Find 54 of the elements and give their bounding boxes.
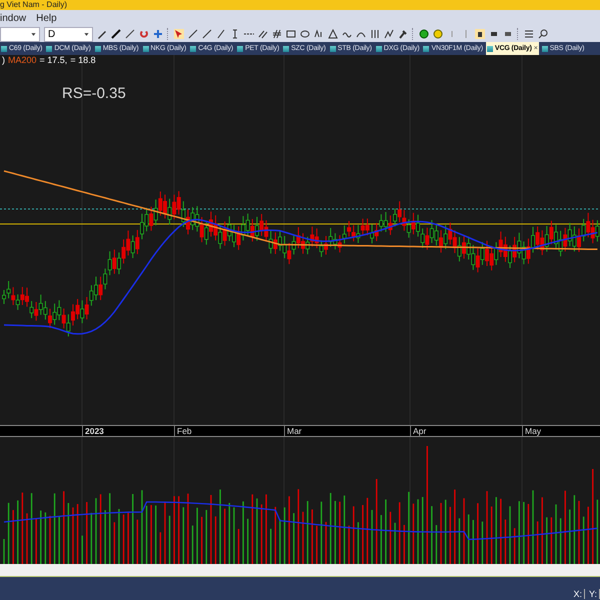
- chart-icon: [542, 46, 548, 52]
- circle-icon[interactable]: [419, 29, 429, 39]
- window-title: g Viet Nam - Daily): [0, 0, 67, 10]
- horizontal-scrollbar[interactable]: [0, 564, 600, 577]
- chart-icon: [46, 46, 52, 52]
- caret-icon[interactable]: [30, 30, 37, 38]
- hash-icon[interactable]: [272, 29, 282, 39]
- date-label: Feb: [174, 426, 192, 436]
- chart-icon: [94, 46, 101, 52]
- vertical-line-icon[interactable]: [230, 29, 240, 39]
- line-icon[interactable]: [188, 29, 198, 39]
- line-icon[interactable]: [125, 29, 135, 39]
- legend-text: MA200: [8, 55, 37, 65]
- cross-icon[interactable]: [153, 29, 163, 39]
- legend-text: = 17.5,: [40, 55, 68, 65]
- chart-icon: [486, 46, 493, 52]
- date-label: 2023: [82, 426, 104, 436]
- rs-label: RS=-0.35: [62, 85, 126, 102]
- chart-icon: [376, 46, 382, 52]
- status-text: X:: [573, 589, 585, 599]
- zigzag-icon[interactable]: [384, 29, 394, 39]
- chart-icon: [330, 46, 336, 52]
- line-icon[interactable]: [111, 29, 121, 39]
- caret-icon[interactable]: [83, 30, 90, 38]
- triangle-icon[interactable]: [328, 29, 338, 39]
- ellipse-icon[interactable]: [300, 29, 310, 39]
- candle-icon[interactable]: [489, 29, 499, 39]
- line-icon[interactable]: [202, 29, 212, 39]
- candle-icon[interactable]: [503, 29, 513, 39]
- magnet-icon[interactable]: [139, 29, 149, 39]
- chart-icon: [423, 46, 430, 52]
- arrow-pointer-icon[interactable]: [174, 29, 184, 39]
- legend-text: = 18.8: [70, 55, 96, 65]
- circle-icon[interactable]: [433, 29, 443, 39]
- rectangle-icon[interactable]: [286, 29, 296, 39]
- pen-icon[interactable]: [97, 29, 107, 39]
- chart-icon: [237, 46, 244, 52]
- date-label: Mar: [284, 426, 302, 436]
- line-icon[interactable]: [216, 29, 226, 39]
- chart-icon: [142, 46, 149, 52]
- menu-item[interactable]: Help: [36, 12, 57, 24]
- chart-icon: [283, 46, 290, 52]
- date-label: May: [522, 426, 542, 436]
- date-label: Apr: [410, 426, 426, 436]
- legend-text: ): [2, 55, 5, 65]
- menu-item[interactable]: indow: [0, 12, 26, 24]
- interval-combo[interactable]: D: [44, 26, 93, 42]
- bars-icon[interactable]: [370, 29, 380, 39]
- list-icon[interactable]: [524, 29, 534, 39]
- candle-icon[interactable]: [475, 29, 485, 39]
- chart-icon: [190, 46, 196, 52]
- parallel-lines-icon[interactable]: [258, 29, 268, 39]
- chart-icon: [1, 46, 7, 52]
- status-text: Y:: [588, 589, 600, 599]
